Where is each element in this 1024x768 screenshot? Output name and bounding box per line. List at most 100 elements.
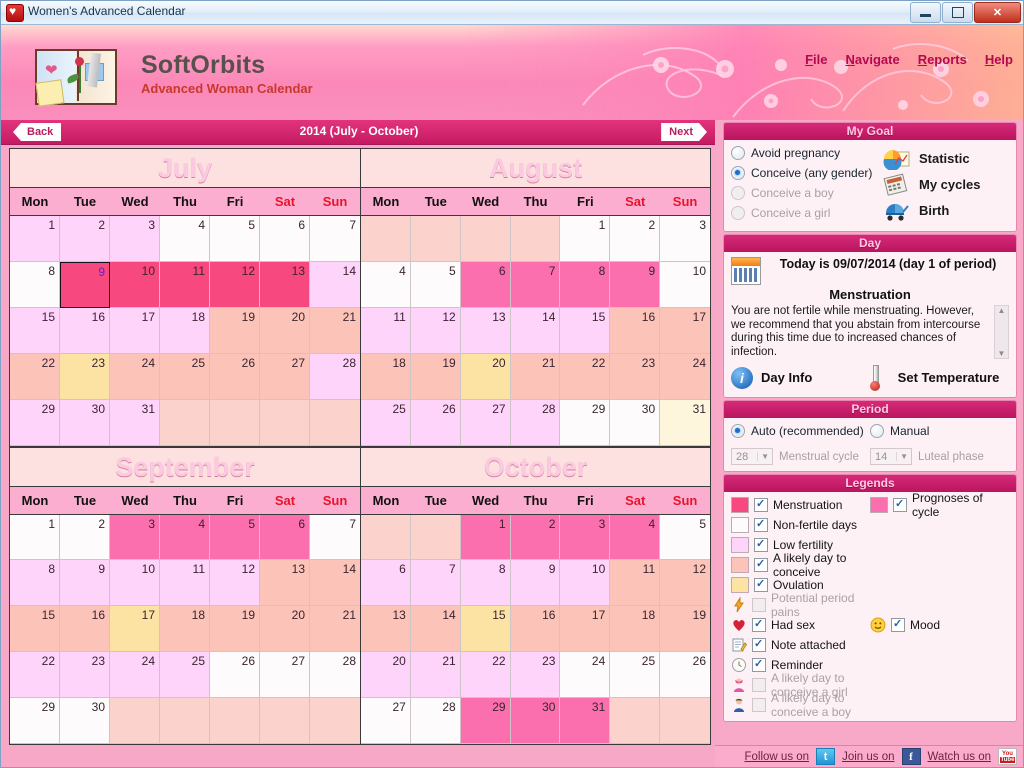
my-cycles-button[interactable]: My cycles bbox=[881, 173, 1009, 196]
day-cell[interactable]: 20 bbox=[361, 652, 411, 699]
day-cell[interactable]: 15 bbox=[10, 307, 60, 354]
day-cell[interactable]: 13 bbox=[260, 560, 310, 607]
day-cell[interactable]: 9 bbox=[510, 560, 561, 607]
day-cell[interactable]: 4 bbox=[610, 514, 661, 561]
day-cell[interactable]: 12 bbox=[210, 560, 260, 607]
day-cell[interactable]: 11 bbox=[160, 560, 210, 607]
day-cell[interactable]: 2 bbox=[510, 514, 561, 561]
legend-checkbox[interactable] bbox=[754, 497, 768, 512]
day-info-button[interactable]: i Day Info bbox=[731, 367, 870, 389]
legend-checkbox[interactable] bbox=[752, 698, 766, 712]
day-cell[interactable]: 14 bbox=[510, 307, 561, 354]
legend-checkbox[interactable] bbox=[752, 617, 766, 632]
day-cell[interactable]: 21 bbox=[310, 307, 360, 354]
day-cell[interactable]: 5 bbox=[660, 514, 710, 561]
set-temperature-button[interactable]: Set Temperature bbox=[870, 365, 1009, 391]
legend-checkbox[interactable] bbox=[754, 557, 768, 572]
day-cell[interactable]: 12 bbox=[410, 307, 461, 354]
goal-option-conceive-girl[interactable]: Conceive a girl bbox=[731, 206, 830, 220]
period-manual-radio[interactable]: Manual bbox=[870, 424, 929, 438]
menstrual-cycle-select[interactable]: 28 ▼ bbox=[731, 448, 773, 465]
day-cell[interactable]: 16 bbox=[60, 307, 110, 354]
legend-checkbox[interactable] bbox=[754, 517, 768, 532]
luteal-phase-select[interactable]: 14 ▼ bbox=[870, 448, 912, 465]
legend-item[interactable]: A likely day to conceive a boy bbox=[731, 691, 870, 719]
legend-item[interactable]: Note attached bbox=[731, 635, 870, 655]
menu-item-navigate[interactable]: Navigate bbox=[845, 52, 899, 67]
day-cell[interactable]: 6 bbox=[260, 216, 310, 262]
menu-item-file[interactable]: File bbox=[805, 52, 827, 67]
day-cell[interactable]: 4 bbox=[160, 514, 210, 561]
day-cell[interactable]: 15 bbox=[10, 606, 60, 653]
twitter-link[interactable]: Follow us on bbox=[745, 751, 810, 763]
legend-checkbox[interactable] bbox=[893, 497, 907, 512]
day-cell[interactable]: 30 bbox=[510, 698, 561, 744]
legend-item[interactable]: A likely day to conceive bbox=[731, 551, 870, 579]
legend-checkbox[interactable] bbox=[752, 598, 766, 612]
day-cell[interactable]: 23 bbox=[60, 652, 110, 699]
day-cell[interactable]: 10 bbox=[560, 560, 611, 607]
day-cell[interactable]: 12 bbox=[660, 560, 710, 607]
day-cell[interactable]: 20 bbox=[260, 606, 310, 653]
day-cell[interactable]: 29 bbox=[10, 399, 60, 446]
scroll-up-icon[interactable]: ▲ bbox=[998, 306, 1006, 315]
day-cell[interactable]: 20 bbox=[460, 353, 511, 400]
twitter-icon[interactable]: t bbox=[816, 748, 836, 765]
day-cell[interactable]: 21 bbox=[310, 606, 360, 653]
day-cell[interactable]: 27 bbox=[361, 698, 411, 744]
minimize-button[interactable] bbox=[910, 2, 941, 23]
day-cell[interactable]: 28 bbox=[510, 399, 561, 446]
goal-option-avoid-pregnancy[interactable]: Avoid pregnancy bbox=[731, 146, 840, 160]
day-cell[interactable]: 23 bbox=[510, 652, 561, 699]
day-cell[interactable]: 13 bbox=[260, 261, 310, 308]
day-cell[interactable]: 27 bbox=[260, 353, 310, 400]
day-cell[interactable]: 26 bbox=[410, 399, 461, 446]
legend-checkbox[interactable] bbox=[754, 577, 768, 592]
day-cell[interactable]: 7 bbox=[410, 560, 461, 607]
day-cell[interactable]: 8 bbox=[560, 261, 611, 308]
day-cell[interactable]: 30 bbox=[60, 698, 110, 744]
day-cell[interactable]: 25 bbox=[160, 652, 210, 699]
birth-button[interactable]: Birth bbox=[881, 199, 1009, 222]
day-cell[interactable]: 13 bbox=[460, 307, 511, 354]
menu-item-reports[interactable]: Reports bbox=[918, 52, 967, 67]
day-cell[interactable]: 30 bbox=[610, 399, 661, 446]
day-cell[interactable]: 29 bbox=[10, 698, 60, 744]
day-cell[interactable]: 8 bbox=[10, 261, 60, 308]
day-cell[interactable]: 26 bbox=[660, 652, 710, 699]
day-cell[interactable]: 6 bbox=[361, 560, 411, 607]
day-cell[interactable]: 22 bbox=[10, 353, 60, 400]
day-cell[interactable]: 5 bbox=[210, 514, 260, 561]
day-cell[interactable]: 6 bbox=[260, 514, 310, 561]
day-cell[interactable]: 17 bbox=[560, 606, 611, 653]
day-cell[interactable]: 4 bbox=[361, 261, 411, 308]
day-cell[interactable]: 25 bbox=[361, 399, 411, 446]
day-cell[interactable]: 20 bbox=[260, 307, 310, 354]
day-cell[interactable]: 13 bbox=[361, 606, 411, 653]
day-cell[interactable]: 14 bbox=[410, 606, 461, 653]
day-cell[interactable]: 14 bbox=[310, 560, 360, 607]
youtube-icon[interactable]: You Tube bbox=[998, 748, 1017, 765]
day-cell[interactable]: 11 bbox=[160, 261, 210, 308]
day-cell[interactable]: 2 bbox=[60, 514, 110, 561]
day-cell[interactable]: 24 bbox=[110, 652, 160, 699]
day-cell[interactable]: 21 bbox=[510, 353, 561, 400]
day-cell[interactable]: 16 bbox=[610, 307, 661, 354]
day-cell[interactable]: 2 bbox=[60, 216, 110, 262]
day-cell[interactable]: 10 bbox=[110, 560, 160, 607]
legend-checkbox[interactable] bbox=[752, 678, 766, 692]
day-cell[interactable]: 26 bbox=[210, 652, 260, 699]
day-cell[interactable]: 17 bbox=[660, 307, 710, 354]
day-cell[interactable]: 7 bbox=[510, 261, 561, 308]
day-cell[interactable]: 2 bbox=[610, 216, 661, 262]
legend-checkbox[interactable] bbox=[754, 537, 768, 552]
day-cell[interactable]: 31 bbox=[660, 399, 710, 446]
day-cell[interactable]: 17 bbox=[110, 307, 160, 354]
day-cell[interactable]: 18 bbox=[361, 353, 411, 400]
legend-checkbox[interactable] bbox=[891, 617, 905, 632]
youtube-link[interactable]: Watch us on bbox=[928, 751, 992, 763]
facebook-link[interactable]: Join us on bbox=[842, 751, 894, 763]
day-cell[interactable]: 16 bbox=[510, 606, 561, 653]
day-cell[interactable]: 19 bbox=[210, 606, 260, 653]
goal-option-conceive-boy[interactable]: Conceive a boy bbox=[731, 186, 834, 200]
